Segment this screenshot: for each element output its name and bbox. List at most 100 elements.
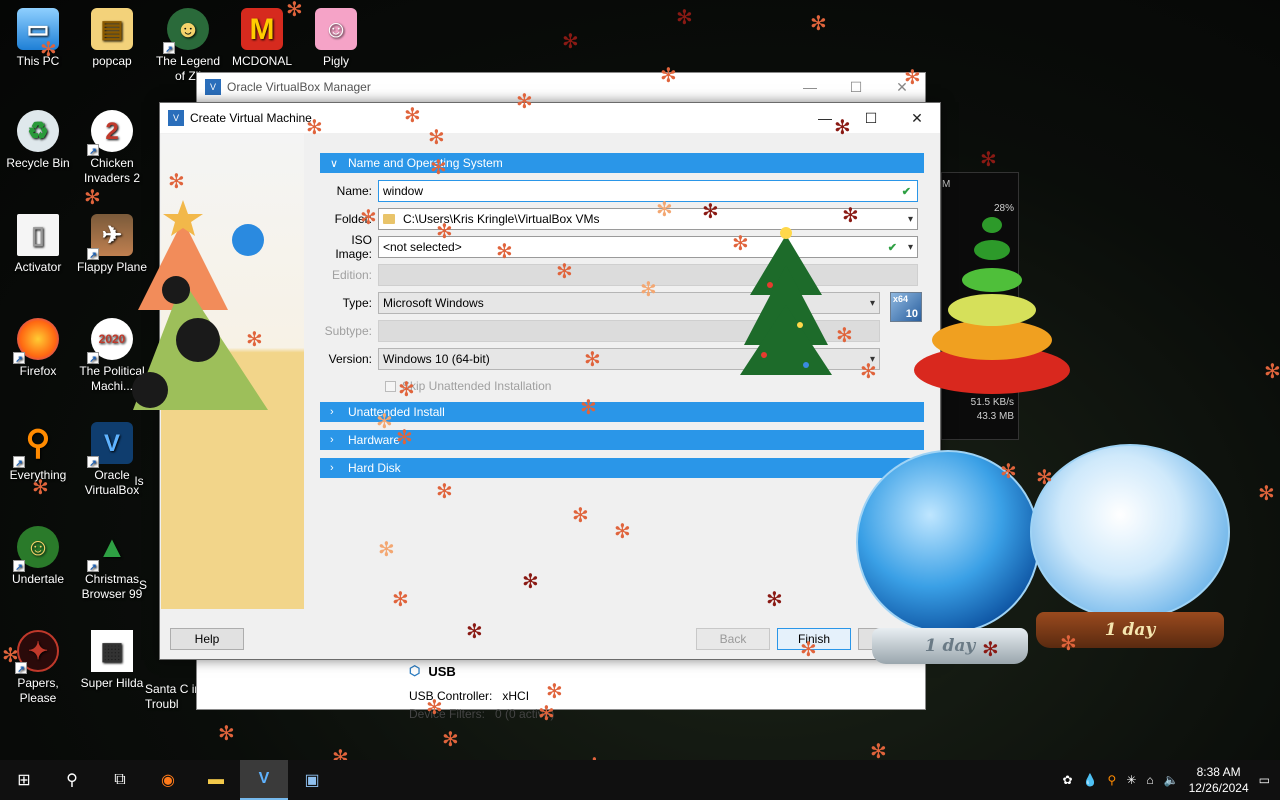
type-value: Microsoft Windows: [383, 296, 484, 310]
shortcut-arrow-icon: ↗: [87, 456, 99, 468]
network-icon[interactable]: ⌂: [1146, 773, 1153, 787]
section-hardware[interactable]: › Hardware: [320, 430, 924, 450]
undertale-icon: ☺ ↗: [13, 526, 59, 572]
valid-check-icon: ✔: [901, 185, 911, 198]
desktop-icon-label: MCDONAL: [231, 54, 292, 68]
notifications-icon[interactable]: ▭: [1259, 773, 1270, 787]
section-unattended-install[interactable]: › Unattended Install: [320, 402, 924, 422]
desktop-icon-pigly[interactable]: ☺ Pigly: [298, 8, 374, 69]
desktop-icon-this-pc[interactable]: ▭ This PC: [0, 8, 76, 69]
snow-globe-right-base: 1 day: [1036, 612, 1224, 648]
desktop-icon-popcap[interactable]: ▤ popcap: [74, 8, 150, 69]
taskbar-windows-app[interactable]: ▣: [288, 760, 336, 800]
folder-value: C:\Users\Kris Kringle\VirtualBox VMs: [403, 212, 600, 226]
game-icon: ☻ ↗: [163, 8, 209, 54]
maximize-icon[interactable]: ☐: [848, 110, 894, 127]
desktop-icon-activator[interactable]: ▯ Activator: [0, 214, 76, 275]
shortcut-arrow-icon: ↗: [87, 352, 99, 364]
skip-unattended-checkbox: Skip Unattended Installation: [385, 379, 551, 393]
chevron-down-icon[interactable]: ▾: [870, 354, 875, 365]
snowflake-icon: ✻: [1264, 361, 1280, 383]
desktop-icon-label: Is: [134, 474, 144, 488]
desktop-icon-recycle-bin[interactable]: ♻ Recycle Bin: [0, 110, 76, 171]
desktop-icon-label: Pigly: [322, 54, 349, 68]
minimize-icon[interactable]: —: [802, 110, 848, 127]
widget-label: M: [942, 179, 951, 190]
snowflake-icon: ✻: [676, 7, 693, 29]
shortcut-arrow-icon: ↗: [13, 456, 25, 468]
type-label: Type:: [342, 296, 372, 310]
desktop-icon-label: S: [138, 578, 147, 592]
tray-app-icon[interactable]: ✿: [1063, 773, 1073, 787]
virtualbox-logo-icon: V: [168, 110, 184, 126]
iso-select[interactable]: <not selected> ✔ ▾: [378, 236, 918, 258]
desktop-icon-label: Activator: [14, 260, 62, 274]
snowflake-icon: ✻: [84, 187, 101, 209]
shortcut-arrow-icon: ↗: [87, 248, 99, 260]
maximize-icon[interactable]: ☐: [833, 79, 879, 96]
checkbox-box: [385, 380, 396, 392]
shortcut-arrow-icon: ↗: [87, 144, 99, 156]
desktop-icon-label: Everything: [9, 468, 67, 482]
desktop-icon-everything[interactable]: ⚲ ↗ Everything: [0, 422, 76, 483]
taskbar-virtualbox[interactable]: V: [240, 760, 288, 800]
usb-filters-value: 0 (0 active): [495, 707, 555, 721]
desktop-icon-mcdonalds[interactable]: M MCDONAL: [224, 8, 300, 69]
firefox-icon: ↗: [13, 318, 59, 364]
desktop-icon-firefox[interactable]: ↗ Firefox: [0, 318, 76, 379]
subtype-row: Subtype:: [320, 320, 924, 342]
snowflake-icon: ✻: [870, 741, 887, 763]
skip-unattended-label: Skip Unattended Installation: [402, 379, 552, 393]
shortcut-arrow-icon: ↗: [13, 560, 25, 572]
folder-select[interactable]: C:\Users\Kris Kringle\VirtualBox VMs ▾: [378, 208, 918, 230]
desktop-icon-label: popcap: [92, 54, 132, 68]
snow-globe-left: [856, 450, 1040, 634]
desktop-icon-undertale[interactable]: ☺ ↗ Undertale: [0, 526, 76, 587]
name-row: Name: window ✔: [320, 180, 924, 202]
chevron-right-icon: ›: [330, 406, 334, 418]
tray-drop-icon[interactable]: 💧: [1083, 773, 1098, 787]
section-hard-disk[interactable]: › Hard Disk: [320, 458, 924, 478]
start-button[interactable]: ⊞: [0, 760, 48, 800]
task-view-button[interactable]: ⧉: [96, 760, 144, 800]
desktop-icon-chicken-invaders[interactable]: 2 ↗ Chicken Invaders 2: [74, 110, 150, 186]
desktop-icon-papers-please[interactable]: ✦ ↗ Papers, Please: [0, 630, 76, 706]
snow-globe-left-label: 1 day: [924, 636, 976, 656]
finish-button[interactable]: Finish: [777, 628, 851, 650]
taskbar-firefox[interactable]: ◉: [144, 760, 192, 800]
desktop-icon-super-hilda[interactable]: ▦ Super Hilda: [74, 630, 150, 691]
desktop-icon-label: Papers, Please: [17, 676, 59, 705]
name-label: Name:: [336, 184, 372, 198]
chevron-down-icon[interactable]: ▾: [870, 298, 875, 309]
taskbar-file-explorer[interactable]: ▬: [192, 760, 240, 800]
mcdonalds-icon: M: [241, 8, 283, 50]
section-name-and-os[interactable]: ∨ Name and Operating System: [320, 153, 924, 173]
section-label: Hardware: [348, 433, 401, 447]
windows-app-icon: ▣: [304, 772, 320, 789]
windows-logo-icon: ⊞: [17, 772, 31, 789]
desktop-icon-partial-is[interactable]: Is: [114, 474, 164, 489]
search-magnifier-icon: ⚲ ↗: [13, 422, 59, 468]
minimize-icon[interactable]: —: [787, 79, 833, 96]
folder-label: Folder:: [334, 212, 372, 226]
virtualbox-logo-icon: V: [205, 79, 221, 95]
close-icon[interactable]: ✕: [879, 79, 925, 96]
taskbar-search-button[interactable]: ⚲: [48, 760, 96, 800]
snowflake-icon: ✻: [980, 149, 997, 171]
manager-titlebar[interactable]: V Oracle VirtualBox Manager — ☐ ✕: [197, 73, 925, 101]
taskbar-clock[interactable]: 8:38 AM 12/26/2024: [1189, 764, 1249, 796]
tray-snowflake-icon[interactable]: ✳: [1126, 773, 1136, 787]
name-input[interactable]: window ✔: [378, 180, 918, 202]
os-badge-arch: x64: [893, 294, 909, 304]
taskbar: ⊞ ⚲ ⧉ ◉ ▬ V ▣ ✿ 💧 ⚲ ✳ ⌂ 🔈 8:38 AM 12/26/…: [0, 760, 1280, 800]
chevron-down-icon: ∨: [330, 157, 339, 170]
volume-icon[interactable]: 🔈: [1164, 773, 1179, 787]
close-icon[interactable]: ✕: [894, 110, 940, 127]
usb-heading: USB: [428, 663, 456, 679]
snowflake-icon: ✻: [442, 729, 459, 751]
shortcut-arrow-icon: ↗: [15, 662, 27, 674]
back-button[interactable]: Back: [696, 628, 770, 650]
dialog-titlebar[interactable]: V Create Virtual Machine — ☐ ✕: [160, 103, 940, 133]
tray-search-icon[interactable]: ⚲: [1108, 773, 1117, 787]
help-button[interactable]: Help: [170, 628, 244, 650]
